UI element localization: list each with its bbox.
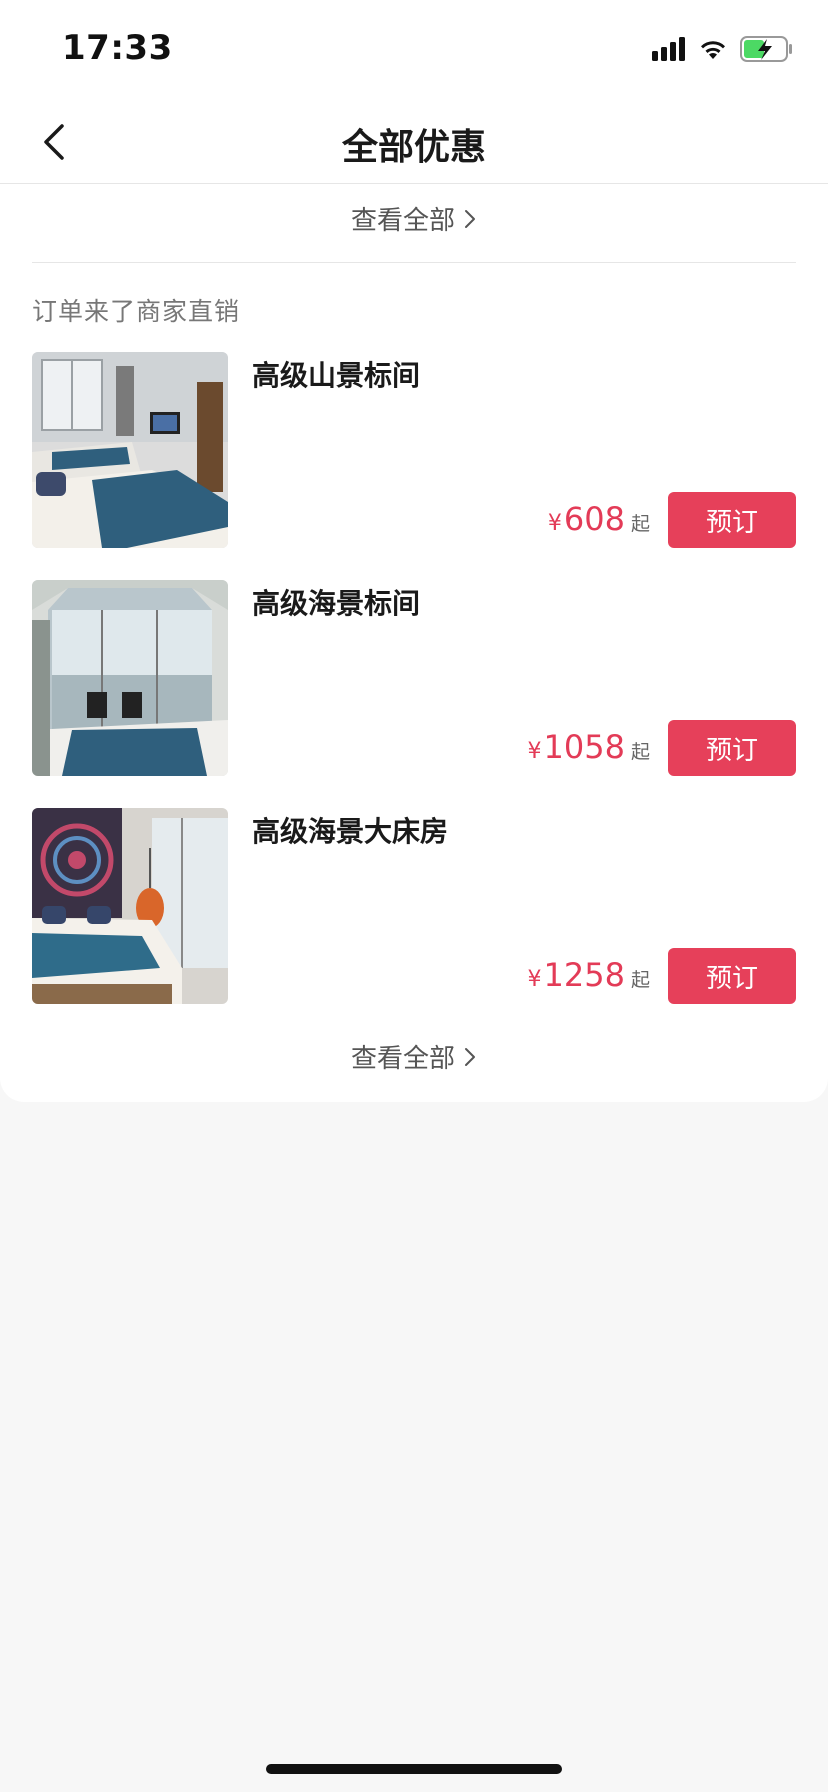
room-name: 高级海景标间 [252, 587, 421, 620]
cellular-signal-icon [652, 37, 685, 61]
chevron-right-icon [465, 1047, 475, 1066]
status-bar: 17:33 [0, 0, 828, 100]
page-title: 全部优惠 [341, 127, 486, 168]
price-amount: 608 [563, 500, 625, 538]
nav-bar: 全部优惠 [0, 100, 828, 184]
book-button[interactable]: 预订 [668, 720, 796, 776]
wifi-icon [701, 41, 725, 59]
price-suffix: 起 [630, 969, 650, 991]
currency-symbol: ¥ [527, 967, 542, 992]
deals-card: 查看全部 订单来了商家直销 高级山景标间 ¥ 608 起 预订 高级海景标间 ¥… [0, 184, 828, 1102]
status-icons [652, 34, 794, 64]
room-item: 高级山景标间 ¥ 608 起 预订 [32, 352, 796, 548]
book-button[interactable]: 预订 [668, 492, 796, 548]
room-name: 高级海景大床房 [252, 815, 449, 848]
battery-charging-icon [740, 36, 792, 62]
price-suffix: 起 [630, 741, 650, 763]
view-all-label: 查看全部 [350, 1044, 455, 1074]
room-price: ¥ 1258 起 [528, 956, 650, 994]
currency-symbol: ¥ [527, 739, 542, 764]
room-price: ¥ 1058 起 [528, 728, 650, 766]
price-amount: 1258 [543, 956, 625, 994]
view-all-link-bottom[interactable]: 查看全部 [0, 1038, 828, 1075]
section-title: 订单来了商家直销 [32, 297, 241, 326]
room-item: 高级海景标间 ¥ 1058 起 预订 [32, 580, 796, 776]
price-amount: 1058 [543, 728, 625, 766]
status-time: 17:33 [62, 28, 173, 68]
room-image[interactable] [32, 580, 228, 776]
book-button[interactable]: 预订 [668, 948, 796, 1004]
room-name: 高级山景标间 [252, 359, 421, 392]
screen: 17:33 全部优惠 查看全部 订单来了商家直销 高级山景标间 ¥ 608 起 … [0, 0, 828, 1792]
currency-symbol: ¥ [547, 511, 562, 536]
room-price: ¥ 608 起 [548, 500, 650, 538]
price-suffix: 起 [630, 513, 650, 535]
view-all-link-top[interactable]: 查看全部 [0, 200, 828, 237]
home-indicator[interactable] [266, 1764, 562, 1774]
divider [32, 262, 796, 263]
room-item: 高级海景大床房 ¥ 1258 起 预订 [32, 808, 796, 1004]
view-all-label: 查看全部 [350, 206, 455, 236]
room-image[interactable] [32, 352, 228, 548]
room-image[interactable] [32, 808, 228, 1004]
chevron-right-icon [465, 209, 475, 228]
